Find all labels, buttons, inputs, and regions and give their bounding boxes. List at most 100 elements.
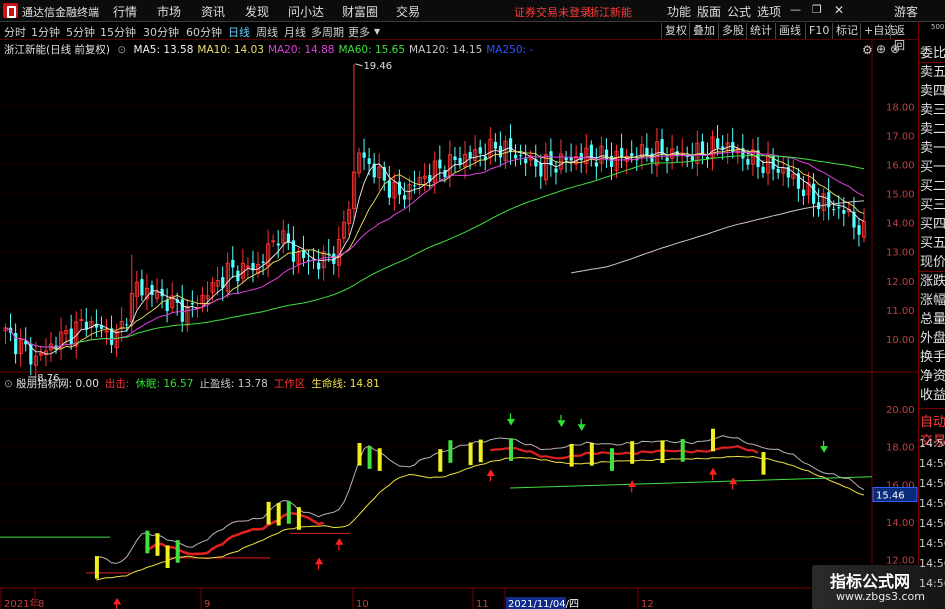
- x-tick-label: 11: [476, 599, 489, 609]
- candle-body-down: [539, 163, 543, 177]
- candle-body-down: [812, 183, 816, 204]
- main-y-tick: 14.00: [886, 219, 915, 230]
- timeframe-15min[interactable]: 15分钟: [100, 24, 136, 40]
- ma120-line: [571, 200, 865, 274]
- tool-back[interactable]: 返回: [890, 23, 918, 52]
- minimize-icon[interactable]: —: [790, 3, 801, 16]
- indicator-bar: [94, 556, 99, 579]
- timeframe-monthly[interactable]: 月线: [284, 24, 306, 40]
- candle-body-down: [509, 138, 513, 152]
- tool-multi-stock[interactable]: 多股: [718, 23, 747, 39]
- side-item-13: 涨幅: [920, 293, 945, 308]
- login-warning[interactable]: 证券交易未登录: [514, 4, 591, 20]
- candle-body-down: [276, 243, 280, 246]
- menu-function[interactable]: 功能: [667, 3, 691, 20]
- sell-arrow-icon: [506, 413, 516, 426]
- menu-ask[interactable]: 问小达: [288, 3, 324, 20]
- side-item-11: 现价: [920, 255, 945, 270]
- panel-settings-icon[interactable]: ⚙: [862, 43, 873, 57]
- app-logo-icon: [3, 3, 18, 18]
- menu-quotes[interactable]: 行情: [113, 3, 137, 20]
- candle-body-down: [402, 195, 407, 200]
- tool-overlay[interactable]: 叠加: [689, 23, 718, 39]
- sub-legend-item: : 0.00: [68, 378, 99, 390]
- indicator-bar: [165, 545, 170, 569]
- side-item-6: 买一: [920, 160, 945, 175]
- candle-body-down: [190, 303, 195, 305]
- period-toolbar: 分时 1分钟 5分钟 15分钟 30分钟 60分钟 日线 周线 月线 多周期 更…: [0, 22, 918, 52]
- sub-panel-title: 殷朋指标网: [16, 378, 69, 390]
- legend-settings-icon[interactable]: ⊙: [117, 44, 126, 56]
- tool-f10[interactable]: F10: [805, 23, 832, 39]
- tool-adjust[interactable]: 复权: [661, 23, 690, 39]
- ma-legend-item: MA60: 15.65: [338, 44, 406, 56]
- menu-options[interactable]: 选项: [757, 3, 781, 20]
- menu-discover[interactable]: 发现: [245, 3, 269, 20]
- buy-arrow-icon: [335, 538, 344, 551]
- sub-time-tick: 14:56: [919, 557, 945, 570]
- price-chart[interactable]: 19.468.76 18.00 17.00 16.00 15.00 14.00 13.00…: [0, 40, 918, 609]
- menu-layout[interactable]: 版面: [697, 3, 721, 20]
- menu-trade[interactable]: 交易: [396, 3, 420, 20]
- indicator-bar: [680, 439, 685, 462]
- sub-time-tick: 14:56: [919, 477, 945, 490]
- timeframe-intraday[interactable]: 分时: [4, 24, 26, 40]
- candle-body-down: [140, 279, 144, 296]
- menu-news[interactable]: 资讯: [201, 3, 225, 20]
- menu-wealth[interactable]: 财富圈: [342, 3, 378, 20]
- tool-statistics[interactable]: 统计: [746, 23, 775, 39]
- x-tick-label: 8: [38, 599, 44, 609]
- main-y-tick: 16.00: [886, 160, 915, 171]
- timeframe-1min[interactable]: 1分钟: [31, 24, 60, 40]
- tool-mark[interactable]: 标记: [832, 23, 861, 39]
- panel-maximize-icon[interactable]: ⊕: [876, 42, 886, 56]
- timeframe-daily[interactable]: 日线: [228, 24, 250, 40]
- current-value-text: 15.46: [876, 490, 905, 501]
- candle-body-down: [165, 299, 169, 312]
- indicator-bar: [286, 501, 291, 524]
- side-item-19[interactable]: 自动: [920, 413, 945, 432]
- candle-body-down: [801, 189, 806, 196]
- max-price-label: 19.46: [363, 61, 392, 72]
- panel-close-icon[interactable]: ⊗: [890, 42, 900, 56]
- sub-time-tick: 14:56: [919, 497, 945, 510]
- timeframe-5min[interactable]: 5分钟: [66, 24, 95, 40]
- timeframe-30min[interactable]: 30分钟: [143, 24, 179, 40]
- candle-body-down: [387, 180, 391, 198]
- timeframe-more[interactable]: 更多: [348, 24, 370, 40]
- sub-panel-legend: ⊙ 殷朋指标网: 0.00 出击: 休眠: 16.57 止盈线: 13.78 工作区 生命…: [4, 376, 380, 391]
- menu-market[interactable]: 市场: [157, 3, 181, 20]
- timeframe-weekly[interactable]: 周线: [256, 24, 278, 40]
- ma-legend-item: MA10: 14.03: [197, 44, 264, 56]
- more-dropdown-icon[interactable]: ▼: [374, 27, 380, 36]
- indicator-bar: [438, 449, 443, 472]
- indicator-bar: [468, 442, 473, 466]
- candle-body-down: [493, 141, 498, 149]
- sub-time-tick: 14:56: [919, 517, 945, 530]
- restore-icon[interactable]: ❐: [812, 3, 822, 16]
- candle-body-down: [594, 162, 599, 167]
- candle-body-down: [125, 324, 129, 326]
- x-tick-label: 2021年: [4, 597, 39, 609]
- side-item-10: 买五: [920, 236, 945, 251]
- close-icon[interactable]: ✕: [834, 3, 844, 17]
- indicator-bar: [367, 446, 372, 469]
- sub-legend-item: 止盈线: 13.78: [199, 378, 268, 390]
- ma60-line: [76, 154, 865, 344]
- candle-body-down: [438, 159, 442, 169]
- timeframe-multi[interactable]: 多周期: [311, 24, 344, 40]
- side-item-1: 卖五: [920, 65, 945, 80]
- side-item-0: 委比: [920, 46, 945, 61]
- sell-arrow-icon: [577, 418, 586, 432]
- timeframe-60min[interactable]: 60分钟: [186, 24, 222, 40]
- menu-formula[interactable]: 公式: [727, 3, 751, 20]
- buy-arrow-icon: [628, 480, 637, 493]
- buy-arrow-icon: [729, 477, 738, 490]
- candle-body-down: [367, 158, 371, 164]
- side-item-14: 总量: [920, 312, 945, 327]
- candle-body-down: [69, 328, 73, 345]
- tool-draw-line[interactable]: 画线: [775, 23, 804, 39]
- guest-user[interactable]: 游客: [894, 3, 918, 20]
- indicator-bar: [276, 502, 281, 526]
- sub-legend-settings-icon[interactable]: ⊙: [4, 378, 13, 390]
